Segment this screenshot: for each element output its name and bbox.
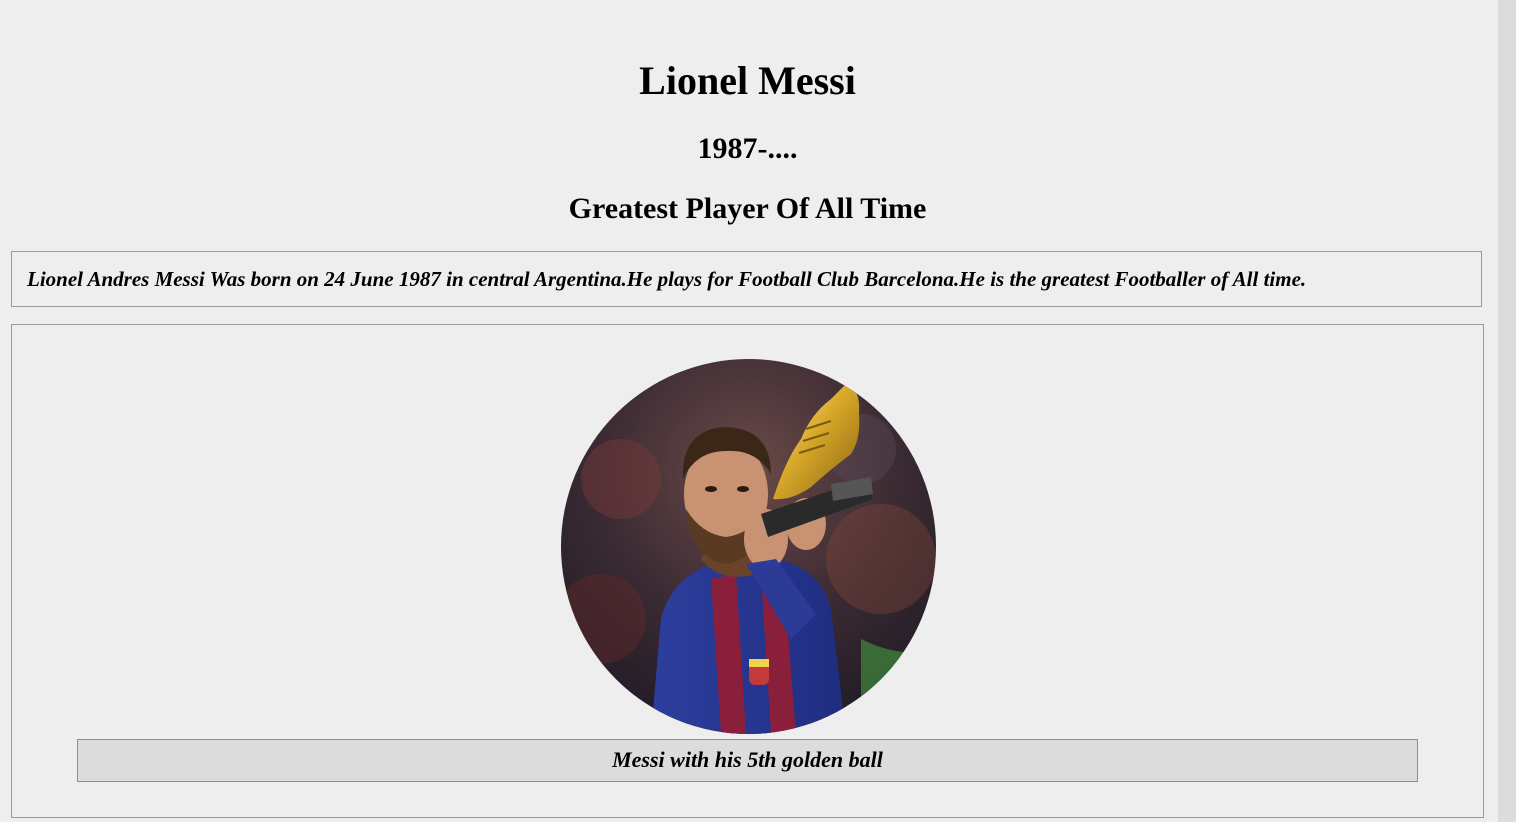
bio-text: Lionel Andres Messi Was born on 24 June … [27,267,1307,291]
figure-section: Messi with his 5th golden ball [11,324,1484,818]
page: Lionel Messi 1987-.... Greatest Player O… [0,0,1498,822]
years-heading: 1987-.... [697,132,798,165]
caption-text: Messi with his 5th golden ball [612,747,883,772]
portrait-image [561,359,936,734]
bio-section: Lionel Andres Messi Was born on 24 June … [11,251,1482,307]
vertical-scrollbar[interactable] [1498,0,1516,822]
page-title: Lionel Messi [639,58,856,103]
subtitle-heading: Greatest Player Of All Time [568,192,927,225]
caption-box: Messi with his 5th golden ball [77,739,1418,782]
